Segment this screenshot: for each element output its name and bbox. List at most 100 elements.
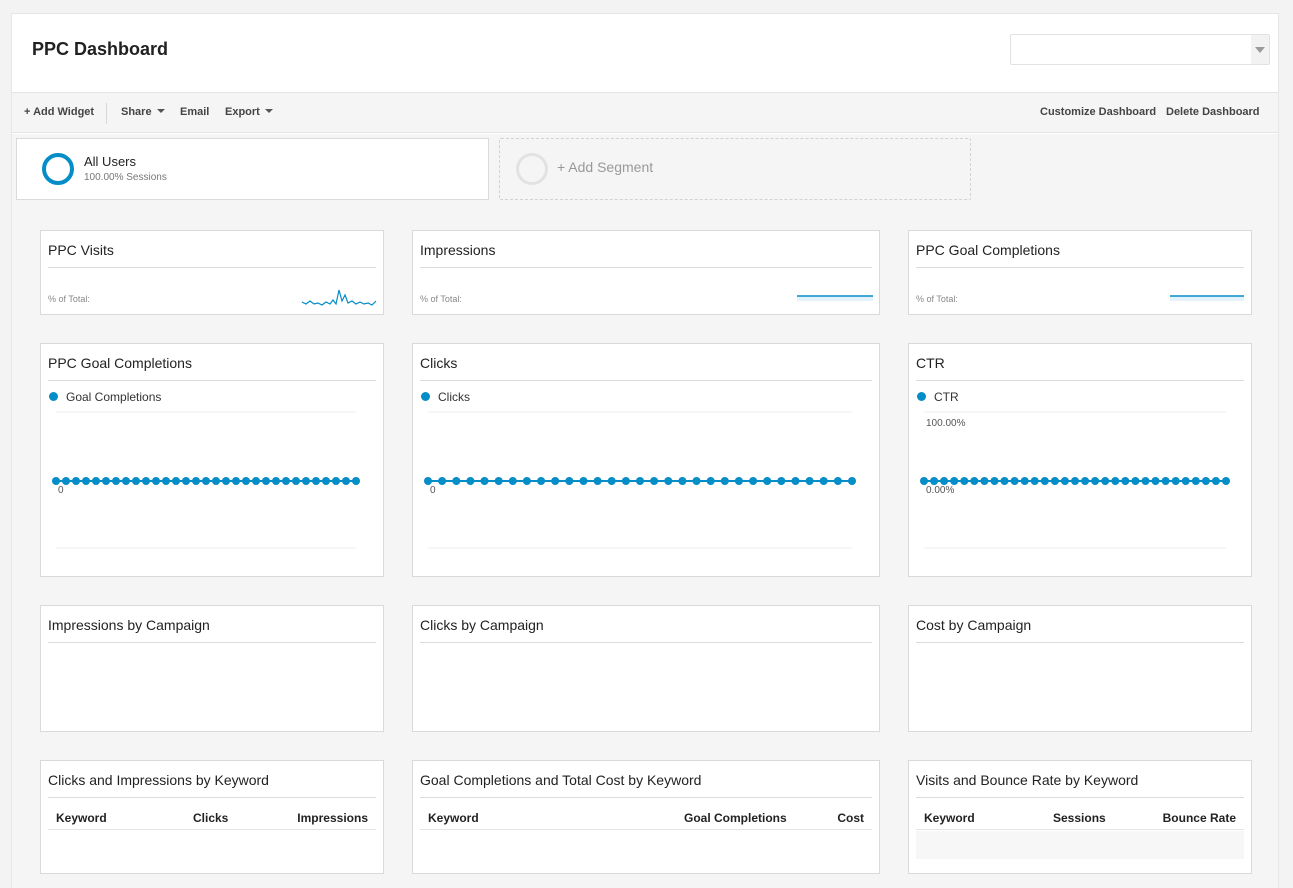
- data-point: [352, 477, 360, 485]
- empty-segment-ring-icon: [516, 153, 548, 185]
- column-header-keyword[interactable]: Keyword: [924, 811, 975, 825]
- data-point: [777, 477, 786, 485]
- data-point: [282, 477, 290, 485]
- data-point: [1141, 477, 1150, 485]
- column-header-sessions[interactable]: Sessions: [1053, 811, 1106, 825]
- data-point: [579, 477, 588, 485]
- data-point: [452, 477, 461, 485]
- segment-all-users[interactable]: All Users 100.00% Sessions: [16, 138, 489, 200]
- sparkline: [797, 295, 873, 301]
- data-point: [1010, 477, 1019, 485]
- data-point: [607, 477, 616, 485]
- page-title: PPC Dashboard: [32, 39, 169, 59]
- chart-legend: Clicks: [421, 390, 470, 404]
- widget-title: Impressions by Campaign: [48, 617, 210, 633]
- data-point: [1000, 477, 1009, 485]
- divider: [420, 267, 872, 268]
- divider: [420, 380, 872, 381]
- column-header-clicks[interactable]: Clicks: [193, 811, 228, 825]
- sparkline: [1170, 295, 1244, 301]
- widget-visits-bounce-by-keyword: Visits and Bounce Rate by Keyword Keywor…: [908, 760, 1252, 874]
- column-header-impressions[interactable]: Impressions: [297, 811, 368, 825]
- divider: [916, 267, 1244, 268]
- widget-impressions-by-campaign: Impressions by Campaign: [40, 605, 384, 732]
- data-point: [466, 477, 475, 485]
- data-point: [1171, 477, 1180, 485]
- data-point: [152, 477, 160, 485]
- data-point: [636, 477, 644, 485]
- widget-title: PPC Visits: [48, 242, 114, 258]
- divider: [48, 267, 376, 268]
- data-point: [1030, 477, 1039, 485]
- delete-dashboard-button[interactable]: Delete Dashboard: [1166, 106, 1260, 118]
- add-segment-label: + Add Segment: [557, 159, 654, 175]
- data-point: [551, 477, 560, 485]
- share-label: Share: [121, 106, 152, 118]
- data-point: [1151, 477, 1160, 485]
- data-point: [1121, 477, 1130, 485]
- column-header-keyword[interactable]: Keyword: [56, 811, 107, 825]
- data-point: [92, 477, 100, 485]
- table-header: Keyword Sessions Bounce Rate: [916, 808, 1244, 830]
- share-button[interactable]: Share: [121, 106, 165, 118]
- export-button[interactable]: Export: [225, 106, 273, 118]
- title-bar: PPC Dashboard: [12, 14, 1278, 92]
- table-header: Keyword Goal Completions Cost: [420, 808, 872, 830]
- percent-of-total: % of Total:: [916, 294, 958, 304]
- data-point: [980, 477, 989, 485]
- data-point: [650, 477, 659, 485]
- chevron-down-icon[interactable]: [1251, 35, 1269, 64]
- data-point: [342, 477, 350, 485]
- widget-title: CTR: [916, 355, 945, 371]
- data-point: [202, 477, 210, 485]
- data-point: [1040, 477, 1049, 485]
- widget-title: Clicks and Impressions by Keyword: [48, 772, 269, 788]
- widget-title: Visits and Bounce Rate by Keyword: [916, 772, 1139, 788]
- column-header-keyword[interactable]: Keyword: [428, 811, 479, 825]
- chart-legend: Goal Completions: [49, 390, 161, 404]
- data-point: [52, 477, 60, 485]
- data-point: [692, 477, 701, 485]
- data-point: [1211, 477, 1220, 485]
- data-point: [242, 477, 250, 485]
- column-header-goal-completions[interactable]: Goal Completions: [684, 811, 787, 825]
- legend-label: Goal Completions: [66, 390, 162, 404]
- widget-title: Goal Completions and Total Cost by Keywo…: [420, 772, 702, 788]
- data-point: [322, 477, 330, 485]
- data-point: [192, 477, 200, 485]
- widget-impressions: Impressions % of Total:: [412, 230, 880, 315]
- data-point: [960, 477, 969, 485]
- data-point: [312, 477, 320, 485]
- add-segment-button[interactable]: + Add Segment: [499, 138, 971, 200]
- data-point: [1181, 477, 1190, 485]
- data-point: [940, 477, 949, 485]
- data-point: [706, 477, 715, 485]
- table-body: [916, 831, 1244, 859]
- divider: [916, 380, 1244, 381]
- data-point: [112, 477, 120, 485]
- data-point: [162, 477, 170, 485]
- data-point: [678, 477, 687, 485]
- widget-clicks-chart: Clicks Clicks 0: [412, 343, 880, 577]
- data-point: [232, 477, 240, 485]
- line-chart: 0: [424, 411, 856, 549]
- percent-of-total: % of Total:: [48, 294, 90, 304]
- data-point: [132, 477, 140, 485]
- y-axis-top-label: 100.00%: [926, 418, 966, 429]
- add-widget-button[interactable]: + Add Widget: [24, 106, 94, 118]
- column-header-cost[interactable]: Cost: [837, 811, 864, 825]
- legend-dot-icon: [421, 392, 430, 401]
- data-point: [970, 477, 979, 485]
- email-button[interactable]: Email: [180, 106, 209, 118]
- widget-goal-completions-chart: PPC Goal Completions Goal Completions 0: [40, 343, 384, 577]
- data-point: [494, 477, 503, 485]
- dashboard-app: PPC Dashboard + Add Widget Share Email E…: [11, 13, 1279, 888]
- dashboard-select[interactable]: [1010, 34, 1270, 65]
- widget-title: Clicks by Campaign: [420, 617, 544, 633]
- dashboard-toolbar: + Add Widget Share Email Export Customiz…: [12, 92, 1278, 133]
- column-header-bounce-rate[interactable]: Bounce Rate: [1163, 811, 1236, 825]
- sparkline: [301, 289, 377, 306]
- customize-dashboard-button[interactable]: Customize Dashboard: [1040, 106, 1156, 118]
- chart-legend: CTR: [917, 390, 959, 404]
- data-point: [1222, 477, 1230, 485]
